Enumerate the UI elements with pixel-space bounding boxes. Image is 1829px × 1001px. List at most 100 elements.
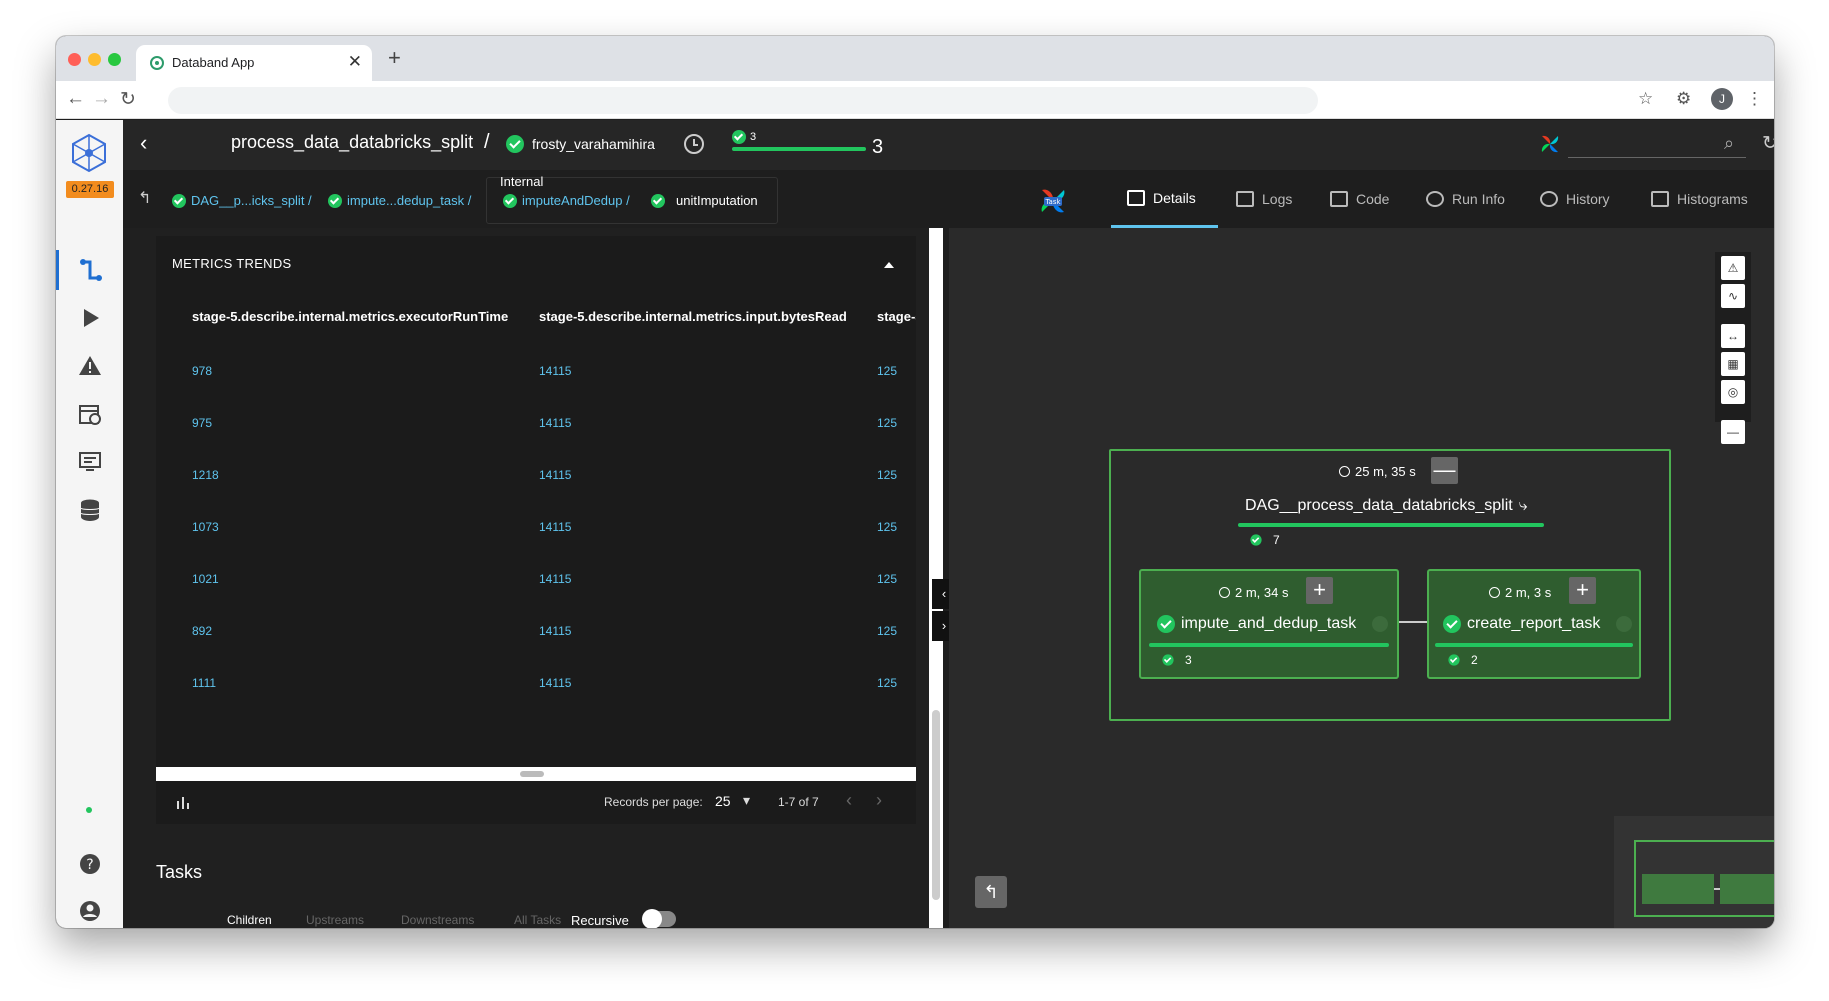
clock-icon[interactable] — [684, 134, 704, 154]
alerts-filter-icon[interactable]: ⚠ — [1721, 256, 1745, 280]
tab-code[interactable]: Code — [1330, 170, 1389, 228]
status-ring-icon — [1616, 616, 1633, 632]
breadcrumb-unit-imputation[interactable]: unitImputation — [651, 193, 758, 208]
dropdown-arrow-icon[interactable]: ▾ — [743, 792, 750, 809]
sidebar-item-schedules[interactable] — [56, 394, 123, 434]
up-level-icon[interactable]: ↰ — [138, 188, 151, 208]
back-button[interactable]: ‹ — [140, 130, 147, 156]
collapse-group-button[interactable]: — — [1431, 457, 1458, 484]
expand-task-button[interactable]: + — [1306, 577, 1333, 604]
tasks-tab-all[interactable]: All Tasks — [514, 913, 561, 927]
browser-menu-icon[interactable]: ⋮ — [1746, 89, 1763, 109]
center-icon[interactable]: ◎ — [1721, 380, 1745, 404]
expand-task-button[interactable]: + — [1569, 577, 1596, 604]
bookmark-icon[interactable]: ☆ — [1638, 89, 1653, 109]
table-cell[interactable]: 14115 — [539, 468, 571, 482]
table-cell[interactable]: 125 — [877, 572, 897, 586]
table-cell[interactable]: 125 — [877, 416, 897, 430]
breadcrumb-dag[interactable]: DAG__p...icks_split / — [172, 193, 312, 208]
metrics-overlay-icon[interactable]: ∿ — [1721, 284, 1745, 308]
table-cell[interactable]: 125 — [877, 468, 897, 482]
breadcrumb-impute-and-dedup[interactable]: imputeAndDedup / — [503, 193, 630, 208]
table-cell[interactable]: 125 — [877, 676, 897, 690]
table-cell[interactable]: 14115 — [539, 624, 571, 638]
task-node-create-report[interactable]: 2 m, 3 s + create_report_task 2 — [1427, 569, 1641, 679]
address-bar[interactable] — [168, 87, 1318, 114]
tasks-tab-children[interactable]: Children — [227, 913, 272, 927]
prev-page-icon[interactable]: ‹ — [846, 790, 852, 811]
tasks-tab-downstreams[interactable]: Downstreams — [401, 913, 474, 927]
tab-logs[interactable]: Logs — [1236, 170, 1292, 228]
map-icon[interactable]: ▦ — [1721, 352, 1745, 376]
next-page-icon[interactable]: › — [876, 790, 882, 811]
table-cell[interactable]: 125 — [877, 364, 897, 378]
browser-tab[interactable]: Databand App ✕ — [136, 45, 372, 81]
tab-history[interactable]: History — [1540, 170, 1610, 228]
graph-up-button[interactable]: ↰ — [975, 876, 1007, 908]
zoom-out-icon[interactable]: — — [1721, 420, 1745, 444]
chart-toggle-icon[interactable] — [176, 796, 190, 810]
tab-histograms[interactable]: Histograms — [1651, 170, 1748, 228]
search-icon[interactable]: ⌕ — [1724, 133, 1734, 154]
panel-divider[interactable] — [929, 228, 943, 928]
sidebar-item-alerts[interactable] — [56, 346, 123, 386]
column-header[interactable]: stage-5.describe.internal.metrics.execut… — [192, 309, 508, 324]
fit-width-icon[interactable]: ↔ — [1721, 324, 1745, 348]
table-cell[interactable]: 1111 — [192, 676, 216, 690]
browser-window: Databand App ✕ + ← → ↻ ☆ ⚙ J ⋮ 0.27.16 ?… — [56, 36, 1774, 928]
table-cell[interactable]: 125 — [877, 624, 897, 638]
sidebar-item-help[interactable]: ? — [56, 844, 123, 884]
table-cell[interactable]: 14115 — [539, 676, 571, 690]
scrollbar-thumb[interactable] — [520, 771, 544, 777]
table-cell[interactable]: 14115 — [539, 572, 571, 586]
vertical-scrollbar[interactable] — [932, 710, 940, 900]
new-tab-icon[interactable]: + — [388, 45, 401, 71]
tab-run-info[interactable]: Run Info — [1426, 170, 1505, 228]
help-icon: ? — [79, 854, 100, 874]
refresh-icon[interactable]: ↻ — [1762, 132, 1774, 155]
table-cell[interactable]: 978 — [192, 364, 212, 378]
table-cell[interactable]: 14115 — [539, 364, 571, 378]
dag-graph-canvas[interactable]: ⚠ ∿ ↔ ▦ ◎ — 25 m, 35 s — DAG__process_da… — [949, 228, 1774, 928]
sidebar-item-datasets[interactable] — [56, 490, 123, 530]
search-input[interactable] — [1568, 132, 1746, 158]
dag-group-node[interactable]: 25 m, 35 s — DAG__process_data_databrick… — [1109, 449, 1671, 721]
tab-details[interactable]: Details — [1111, 170, 1218, 228]
column-header[interactable]: stage-5.describe.internal.metrics.input.… — [539, 309, 847, 324]
extensions-icon[interactable]: ⚙ — [1676, 89, 1691, 109]
breadcrumb-impute-task[interactable]: impute...dedup_task / — [328, 193, 471, 208]
recursive-toggle[interactable] — [642, 909, 676, 928]
reload-icon[interactable]: ↻ — [120, 88, 136, 111]
collapse-arrow-icon[interactable] — [884, 262, 894, 268]
table-cell[interactable]: 892 — [192, 624, 212, 638]
maximize-window-dot[interactable] — [108, 53, 121, 66]
table-cell[interactable]: 1021 — [192, 572, 219, 586]
minimap-viewport[interactable] — [1634, 840, 1774, 917]
run-name[interactable]: frosty_varahamihira — [506, 135, 655, 153]
table-cell[interactable]: 975 — [192, 416, 212, 430]
sidebar-item-pipelines[interactable] — [56, 250, 123, 290]
table-cell[interactable]: 1218 — [192, 468, 219, 482]
column-header[interactable]: stage-5 — [877, 309, 916, 324]
horizontal-scrollbar[interactable] — [156, 767, 916, 781]
records-per-page-select[interactable]: 25 — [715, 793, 731, 809]
forward-icon[interactable]: → — [92, 88, 111, 110]
close-window-dot[interactable] — [68, 53, 81, 66]
close-tab-icon[interactable]: ✕ — [348, 52, 362, 72]
sidebar-item-runs[interactable] — [56, 298, 123, 338]
table-cell[interactable]: 1073 — [192, 520, 219, 534]
success-check-icon — [1443, 615, 1461, 633]
task-node-impute-and-dedup[interactable]: 2 m, 34 s + impute_and_dedup_task 3 — [1139, 569, 1399, 679]
graph-minimap[interactable] — [1614, 816, 1774, 928]
tasks-tab-upstreams[interactable]: Upstreams — [306, 913, 364, 927]
airflow-logo-icon[interactable] — [1539, 133, 1561, 155]
table-cell[interactable]: 125 — [877, 520, 897, 534]
sidebar-item-account[interactable] — [56, 891, 123, 928]
table-cell[interactable]: 14115 — [539, 416, 571, 430]
profile-avatar[interactable]: J — [1711, 88, 1733, 110]
sidebar-item-monitor[interactable] — [56, 442, 123, 482]
table-cell[interactable]: 14115 — [539, 520, 571, 534]
minimize-window-dot[interactable] — [88, 53, 101, 66]
back-icon[interactable]: ← — [66, 88, 85, 110]
databand-logo-icon[interactable] — [68, 132, 110, 174]
